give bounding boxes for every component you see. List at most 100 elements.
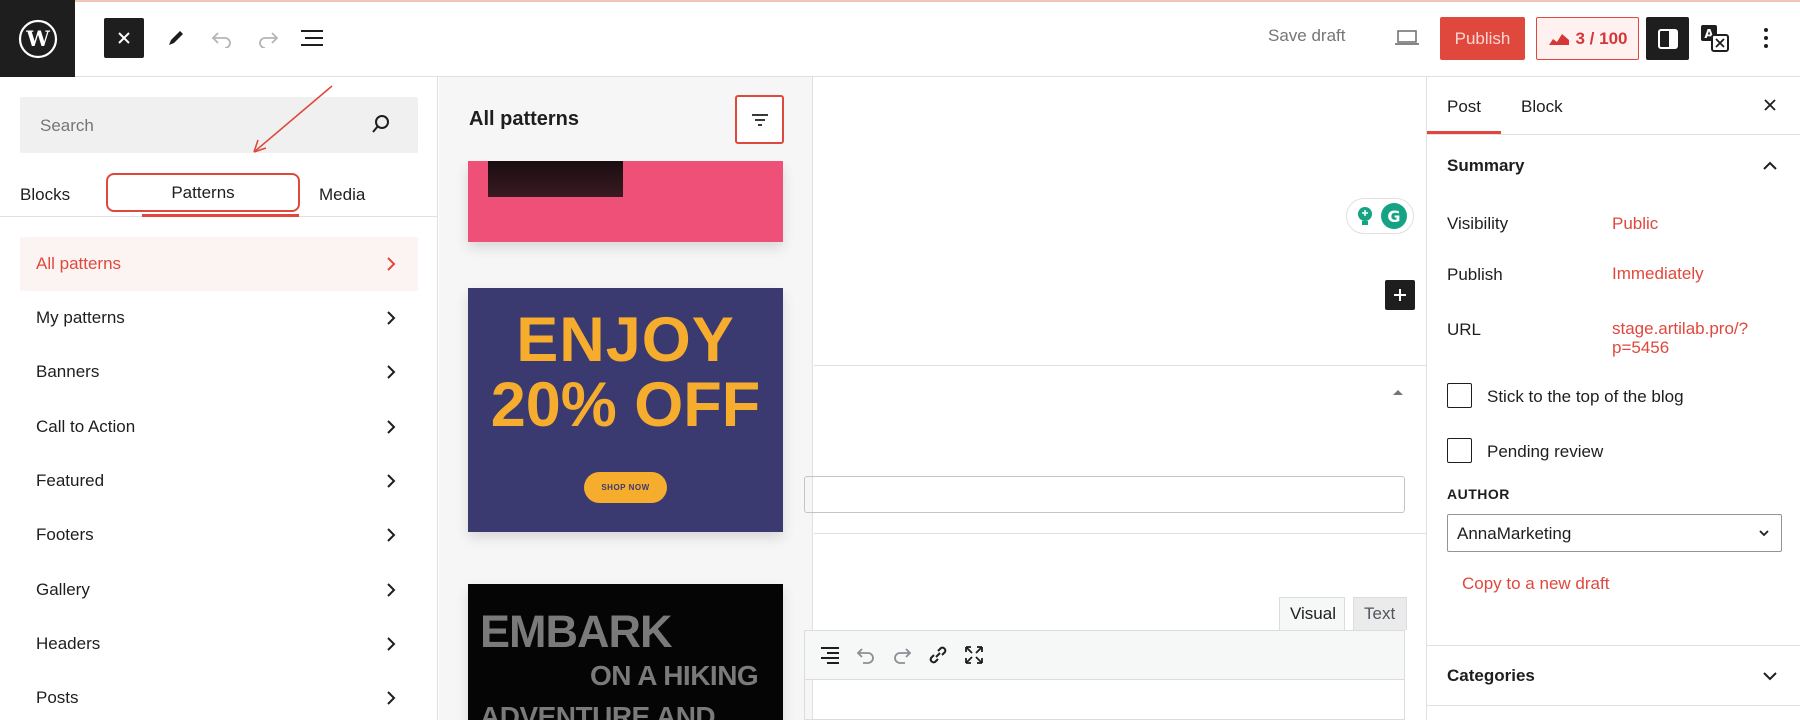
author-select[interactable]: AnnaMarketing [1447,514,1782,552]
svg-text:W: W [25,26,50,51]
seo-score-button[interactable]: 3 / 100 [1536,17,1639,60]
section-divider [814,533,1426,534]
tab-patterns-label: Patterns [171,182,235,202]
redo-icon [259,32,279,48]
options-menu-button[interactable] [1746,18,1786,58]
tab-patterns[interactable]: Patterns [106,173,300,212]
tools-button[interactable] [156,18,196,58]
lightbulb-icon [1357,207,1372,225]
editor-canvas: G Visual Text [804,77,1426,720]
inserter-search-input[interactable]: Search [20,97,418,153]
chevron-right-icon [387,691,396,705]
sidebar-tabs: Post Block [1427,77,1800,135]
wordpress-logo-button[interactable]: W [0,0,75,77]
sticky-label: Stick to the top of the blog [1487,387,1684,406]
header-accent-line [0,0,1800,2]
pattern-subheadline: ADVENTURE AND [480,701,716,720]
redo-icon[interactable] [891,645,913,665]
category-featured[interactable]: Featured [20,454,418,508]
tab-block[interactable]: Block [1521,97,1563,117]
panel-divider [1427,645,1800,646]
more-vertical-icon [1764,28,1768,48]
chevron-right-icon [387,474,396,488]
category-banners[interactable]: Banners [20,345,418,399]
translate-button[interactable]: A [1695,18,1735,58]
meta-text-field[interactable] [804,476,1405,513]
classic-editor-toolbar [804,630,1405,680]
wordpress-icon: W [18,19,57,58]
save-draft-button[interactable]: Save draft [1268,26,1346,46]
add-block-button[interactable] [1385,280,1415,310]
pattern-card-enjoy-banner[interactable]: ENJOY 20% OFF SHOP NOW [468,288,783,532]
close-icon [118,32,130,44]
category-label: Footers [36,525,94,545]
score-chart-icon [1548,33,1569,45]
author-selected-value: AnnaMarketing [1457,524,1572,543]
category-gallery[interactable]: Gallery [20,562,418,616]
pending-review-checkbox[interactable] [1447,438,1472,463]
category-call-to-action[interactable]: Call to Action [20,400,418,454]
visibility-value-button[interactable]: Public [1612,214,1658,233]
pattern-card-embark[interactable]: EMBARK ON A HIKING ADVENTURE AND [468,584,783,720]
document-overview-button[interactable] [292,18,332,58]
tab-text[interactable]: Text [1353,597,1407,630]
panel-divider [1427,705,1800,706]
search-placeholder: Search [40,116,94,135]
copy-to-new-draft-link[interactable]: Copy to a new draft [1462,574,1609,594]
tab-blocks[interactable]: Blocks [20,185,70,205]
category-label: Posts [36,688,79,708]
category-label: Banners [36,362,100,382]
undo-icon[interactable] [855,645,877,665]
chevron-right-icon [387,637,396,651]
categories-panel-title[interactable]: Categories [1447,666,1535,686]
category-label: Gallery [36,579,90,599]
tab-media[interactable]: Media [319,185,365,205]
settings-sidebar-toggle[interactable] [1646,17,1689,60]
sticky-checkbox[interactable] [1447,383,1472,408]
pattern-card-image [488,161,623,197]
category-headers[interactable]: Headers [20,617,418,671]
active-tab-indicator [1427,131,1501,134]
undo-button[interactable] [202,18,242,58]
chevron-down-icon[interactable] [1760,666,1780,686]
category-footers[interactable]: Footers [20,508,418,562]
publish-button[interactable]: Publish [1440,17,1525,60]
close-icon[interactable] [1760,95,1780,115]
undo-icon [211,32,231,48]
patterns-panel-title: All patterns [469,108,580,130]
publish-date-button[interactable]: Immediately [1612,264,1704,283]
pattern-subheadline: 20% OFF [490,370,761,440]
url-value-button[interactable]: stage.artilab.pro/? p=5456 [1612,319,1748,357]
link-icon[interactable] [927,644,949,666]
pattern-filter-button[interactable] [735,95,784,144]
tab-visual[interactable]: Visual [1279,597,1345,630]
grammarly-icon: G [1380,203,1407,229]
pattern-headline: ENJOY [516,305,735,375]
category-label: Headers [36,633,101,653]
tab-post[interactable]: Post [1447,97,1481,117]
close-inserter-button[interactable] [104,18,144,58]
redo-button[interactable] [248,18,288,58]
classic-editor-body[interactable] [804,680,1405,720]
patterns-panel-header: All patterns [439,77,812,161]
fullscreen-icon[interactable] [963,644,985,666]
category-posts[interactable]: Posts [20,671,418,720]
chevron-down-icon [1759,530,1769,537]
pattern-card-pink[interactable] [468,161,783,242]
category-label: Call to Action [36,416,136,436]
grammarly-widget[interactable]: G [1346,198,1414,234]
section-divider [814,365,1426,366]
editor-header: W Save draft Publish 3 / 100 A [0,0,1800,77]
preview-button[interactable] [1387,18,1427,58]
url-line: stage.artilab.pro/? [1612,319,1749,338]
filter-icon [751,113,768,126]
chevron-up-icon[interactable] [1760,156,1780,176]
caret-up-icon[interactable] [1391,387,1405,397]
seo-score-label: 3 / 100 [1575,28,1628,48]
align-right-icon[interactable] [819,645,841,665]
category-my-patterns[interactable]: My patterns [20,291,418,345]
author-label: AUTHOR [1447,486,1510,502]
category-all-patterns[interactable]: All patterns [20,237,418,291]
pencil-icon [169,31,183,45]
summary-panel-title[interactable]: Summary [1447,156,1524,176]
